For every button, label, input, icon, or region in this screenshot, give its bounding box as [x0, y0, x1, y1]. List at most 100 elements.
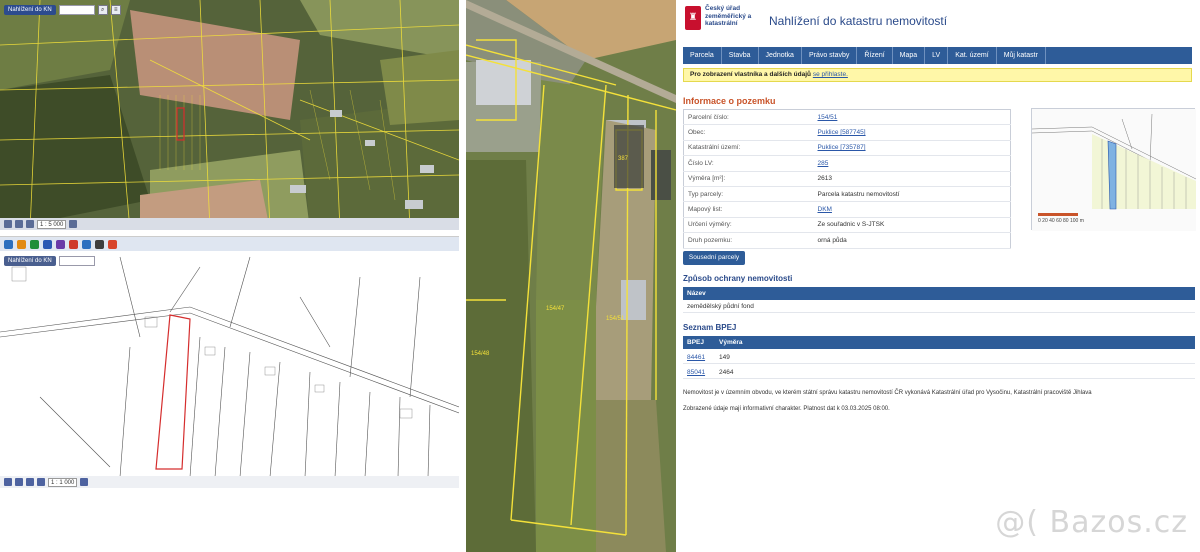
table-row: Katastrální území: Puklice [735787]: [683, 140, 1011, 157]
search-icon[interactable]: ⌕: [97, 5, 108, 15]
login-link[interactable]: se přihlaste.: [813, 71, 848, 78]
row-label: Katastrální území:: [683, 140, 814, 157]
app-icon-browser[interactable]: [4, 239, 13, 249]
row-label: Určení výměry:: [683, 217, 814, 234]
app-icon-explorer[interactable]: [17, 239, 26, 249]
parcel-info-table: Parcelní číslo: 154/51 Obec: Puklice [5877…: [683, 109, 1011, 249]
land-type-value: orná půda: [813, 232, 1011, 249]
zoom-in-icon[interactable]: [4, 478, 12, 486]
search-input[interactable]: [58, 5, 95, 15]
bpej-table-header: BPEJ Výměra: [683, 336, 1195, 349]
row-label: Číslo LV:: [683, 155, 814, 172]
print-icon[interactable]: [69, 220, 78, 228]
home-icon[interactable]: [26, 478, 34, 486]
measure-icon[interactable]: [37, 478, 45, 486]
nav-rizeni[interactable]: Řízení: [857, 47, 893, 64]
neighbor-parcels-button[interactable]: Sousední parcely: [683, 251, 745, 265]
cadastre-web-page: ♜ Český úřad zeměměřický a katastrální N…: [677, 0, 1200, 552]
table-row: Výměra [m²]: 2613: [683, 171, 1011, 187]
nav-mapa[interactable]: Mapa: [893, 47, 926, 64]
bpej-col-area: Výměra: [719, 339, 743, 346]
satellite-statusbar: 1 : 5 000: [0, 218, 459, 230]
section-title-info: Informace o pozemku: [683, 96, 776, 106]
area-determination-value: Ze souřadnic v S-JTSK: [813, 217, 1011, 234]
cadastral-area-link[interactable]: Puklice [735787]: [818, 144, 866, 151]
protection-table-row: zemědělský půdní fond: [683, 300, 1195, 313]
login-notice-bold: Pro zobrazení vlastníka a dalších údajů: [690, 71, 812, 78]
window-title: Nahlížení do KN: [4, 256, 56, 266]
table-row: Určení výměry: Ze souřadnic v S-JTSK: [683, 217, 1011, 234]
table-row: Typ parcely: Parcela katastru nemovitostí: [683, 186, 1011, 203]
nav-stavba[interactable]: Stavba: [722, 47, 759, 64]
layers-icon[interactable]: [26, 220, 34, 228]
table-row: Obec: Puklice [587745]: [683, 124, 1011, 141]
section-title-bpej: Seznam BPEJ: [683, 323, 737, 332]
map-statusbar: 1 : 1 000: [0, 476, 459, 488]
table-row: Mapový list: DKM: [683, 201, 1011, 218]
page-title: Nahlížení do katastru nemovitostí: [769, 14, 948, 28]
app-icon-chrome[interactable]: [108, 239, 117, 249]
parcel-label-c: 154/48: [471, 351, 490, 357]
bpej-area: 2464: [719, 369, 734, 376]
row-label: Výměra [m²]:: [683, 171, 814, 187]
bpej-code-link[interactable]: 84461: [687, 354, 705, 361]
app-icon-onenote[interactable]: [56, 239, 65, 249]
row-label: Druh pozemku:: [683, 232, 814, 249]
data-validity-notice: Zobrazené údaje mají informativní charak…: [683, 406, 890, 412]
table-row: 85041 2464: [683, 366, 1195, 379]
nav-kat-uzemi[interactable]: Kat. území: [948, 47, 997, 64]
lv-number-link[interactable]: 285: [818, 160, 829, 167]
municipality-link[interactable]: Puklice [587745]: [818, 129, 866, 136]
nav-jednotka[interactable]: Jednotka: [759, 47, 802, 64]
org-name[interactable]: Český úřad zeměměřický a katastrální: [705, 5, 767, 28]
parcel-map-thumbnail[interactable]: 0 20 40 60 80 100 m: [1031, 108, 1196, 231]
row-label: Typ parcely:: [683, 186, 814, 203]
app-icon-powerpoint[interactable]: [69, 239, 78, 249]
zoom-select[interactable]: 1 : 1 000: [48, 477, 78, 487]
zoom-out-icon[interactable]: [15, 478, 23, 486]
print-icon[interactable]: [80, 478, 89, 486]
table-row: Parcelní číslo: 154/51: [683, 109, 1011, 126]
nav-parcela[interactable]: Parcela: [683, 47, 722, 64]
map-sheet-link[interactable]: DKM: [818, 206, 832, 213]
office-notice: Nemovitost je v územním obvodu, ve které…: [683, 390, 1092, 396]
satellite-map-detail[interactable]: 387 154/47 154/51 154/48: [466, 0, 676, 552]
satellite-map-canvas[interactable]: [0, 0, 459, 230]
menu-icon[interactable]: ≡: [110, 5, 121, 15]
app-icon-terminal[interactable]: [95, 239, 104, 249]
zoom-out-icon[interactable]: [15, 220, 23, 228]
line-map-canvas[interactable]: [0, 237, 459, 488]
table-row: 84461 149: [683, 351, 1195, 364]
taskbar: [0, 237, 459, 251]
zoom-in-icon[interactable]: [4, 220, 12, 228]
section-title-protection: Způsob ochrany nemovitosti: [683, 274, 793, 283]
table-row: Číslo LV: 285: [683, 155, 1011, 172]
selected-parcel-outline: [155, 314, 191, 470]
app-icon-excel[interactable]: [30, 239, 39, 249]
parcel-label-b: 154/51: [606, 316, 625, 322]
bazos-watermark: @( Bazos.cz: [995, 505, 1188, 540]
parcel-type-value: Parcela katastru nemovitostí: [813, 186, 1011, 203]
bpej-code-link[interactable]: 85041: [687, 369, 705, 376]
cadastral-line-map[interactable]: Nahlížení do KN 1 : 1 000: [0, 236, 459, 488]
search-input[interactable]: [58, 256, 95, 266]
main-nav: Parcela Stavba Jednotka Právo stavby Říz…: [683, 47, 1192, 64]
row-label: Obec:: [683, 124, 814, 141]
app-icon-outlook[interactable]: [82, 239, 91, 249]
satellite-map-overview[interactable]: Nahlížení do KN ⌕ ≡ 1 : 5 000: [0, 0, 459, 230]
zoom-select[interactable]: 1 : 5 000: [37, 219, 67, 229]
nav-lv[interactable]: LV: [925, 47, 949, 64]
app-icon-word[interactable]: [43, 239, 52, 249]
satellite-toolbar: Nahlížení do KN ⌕ ≡: [4, 4, 121, 16]
window-title: Nahlížení do KN: [4, 5, 56, 15]
nav-muj-katastr[interactable]: Můj katastr: [997, 47, 1046, 64]
satellite-detail-canvas[interactable]: 387 154/47 154/51 154/48: [466, 0, 676, 552]
protection-table-header: Název: [683, 287, 1195, 300]
map-toolbar: Nahlížení do KN: [4, 255, 95, 267]
nav-pravo-stavby[interactable]: Právo stavby: [802, 47, 858, 64]
cuzk-logo-icon[interactable]: ♜: [685, 6, 701, 30]
bpej-col-code: BPEJ: [687, 339, 704, 346]
row-label: Parcelní číslo:: [683, 109, 814, 126]
parcel-number-link[interactable]: 154/51: [818, 114, 838, 121]
table-row: Druh pozemku: orná půda: [683, 232, 1011, 249]
